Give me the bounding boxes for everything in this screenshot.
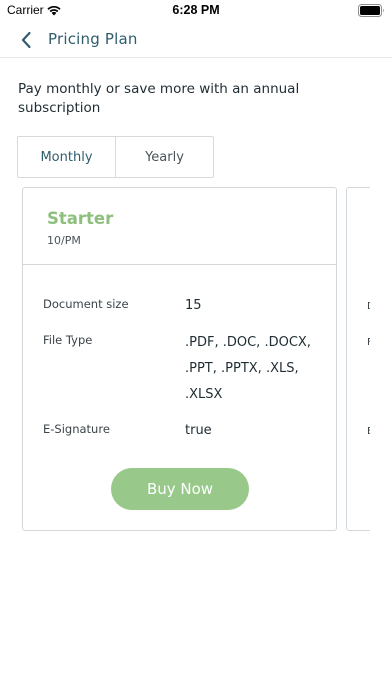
plan-description: Pay monthly or save more with an annual … (18, 81, 300, 116)
status-bar: Carrier 6:28 PM (0, 0, 392, 22)
peek-label: D (367, 301, 370, 312)
plan-card-starter: Starter 10/PM Document size 15 File Type… (22, 187, 337, 531)
plan-price: 10/PM (47, 234, 81, 247)
battery-icon (358, 4, 384, 17)
chevron-left-icon (21, 31, 31, 49)
feature-value-e-signature: true (185, 423, 212, 438)
peek-label: F (367, 337, 370, 348)
feature-value-document-size: 15 (185, 298, 202, 313)
monthly-tab[interactable]: Monthly (18, 137, 115, 177)
feature-value-file-type: .PDF, .DOC, .DOCX, .PPT, .PPTX, .XLS, .X… (185, 335, 311, 402)
status-time: 6:28 PM (172, 3, 220, 17)
billing-period-toggle: Monthly Yearly (17, 136, 214, 178)
buy-now-button[interactable]: Buy Now (111, 468, 249, 510)
yearly-tab[interactable]: Yearly (115, 137, 213, 177)
feature-label-e-signature: E-Signature (43, 422, 110, 436)
plan-carousel[interactable]: Starter 10/PM Document size 15 File Type… (0, 187, 370, 532)
back-button[interactable] (14, 28, 38, 52)
card-divider (23, 264, 336, 265)
nav-bar: Pricing Plan (0, 22, 392, 58)
feature-label-file-type: File Type (43, 333, 93, 347)
peek-label: E (367, 426, 370, 437)
page-title: Pricing Plan (48, 30, 138, 48)
plan-name: Starter (47, 209, 114, 228)
feature-label-document-size: Document size (43, 297, 129, 311)
next-plan-card-peek[interactable]: D F E (346, 187, 370, 531)
